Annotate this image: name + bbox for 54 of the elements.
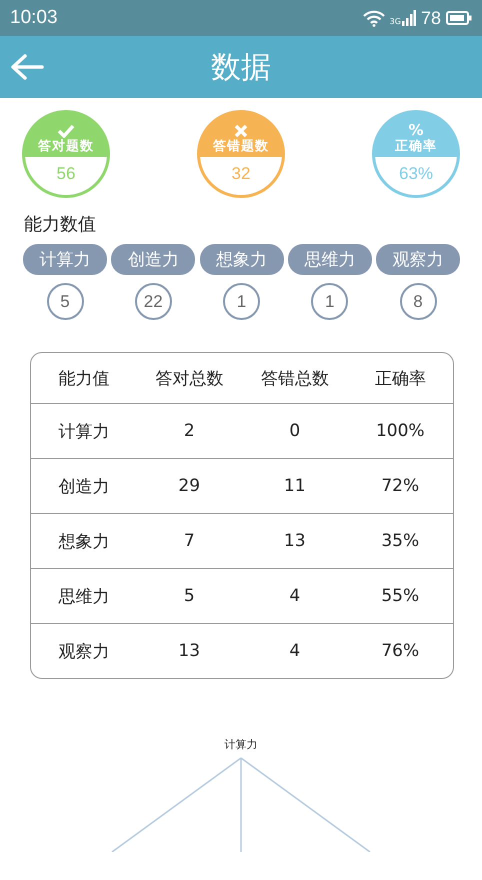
table-cell-text: 创造力 <box>57 476 110 498</box>
battery-icon <box>446 11 472 25</box>
table-cell-text: 思维力 <box>57 586 110 608</box>
column-header: 正确率 <box>374 368 427 390</box>
column-header: 能力值 <box>57 368 110 390</box>
ability-score: 1 <box>311 283 348 320</box>
axis-label: 计算力 <box>224 737 258 752</box>
cross-icon <box>234 124 248 138</box>
ability-tag: 观察力 <box>376 244 460 275</box>
table-cell-text: 11 <box>282 476 307 496</box>
table-cell-text: 76% <box>380 641 420 661</box>
column-header: 答对总数 <box>154 368 224 390</box>
ability-tag: 想象力 <box>200 244 284 275</box>
stat-value: 56 <box>56 163 76 185</box>
stat-label: 答错题数 <box>213 138 269 155</box>
check-icon <box>57 124 75 138</box>
status-time: 10:03 <box>10 7 58 29</box>
table-cell-text: 13 <box>177 641 202 661</box>
table-cell-text: 100% <box>374 421 426 441</box>
table-cell-text: 35% <box>380 531 420 551</box>
table-cell-text: 想象力 <box>57 530 110 552</box>
table-cell-text: 5 <box>182 586 196 606</box>
ability-score: 1 <box>223 283 260 320</box>
table-cell-text: 55% <box>380 586 420 606</box>
ability-score: 5 <box>46 283 84 320</box>
stat-label: 正确率 <box>395 138 437 155</box>
battery-level: 78 <box>420 8 441 28</box>
table-cell-text: 0 <box>288 421 302 441</box>
back-button[interactable] <box>8 51 46 83</box>
table-cell-text: 4 <box>288 641 302 661</box>
ability-score: 22 <box>134 283 172 320</box>
percent-icon: % <box>408 123 424 138</box>
table-cell-text: 4 <box>288 586 302 606</box>
table-cell-text: 计算力 <box>57 420 110 442</box>
table-cell-text: 7 <box>182 531 196 551</box>
table-cell-text: 72% <box>380 476 420 496</box>
table-cell-text: 观察力 <box>57 640 110 662</box>
ability-score: 8 <box>400 283 436 320</box>
signal-icon <box>402 10 416 26</box>
column-header: 答错总数 <box>260 368 330 390</box>
network-type: 3G <box>390 16 401 26</box>
table-cell-text: 29 <box>177 476 202 496</box>
stat-value: 63% <box>398 163 434 185</box>
section-title: 能力数值 <box>24 213 97 236</box>
ability-tag: 计算力 <box>23 244 107 275</box>
table-cell-text: 13 <box>282 531 307 551</box>
table-cell-text: 2 <box>182 421 196 441</box>
page-title: 数据 <box>211 48 271 86</box>
ability-tag: 创造力 <box>111 244 196 275</box>
back-arrow-icon <box>10 53 44 81</box>
wifi-icon <box>362 10 385 26</box>
ability-tag: 思维力 <box>288 244 372 275</box>
stat-value: 32 <box>232 163 250 185</box>
stat-label: 答对题数 <box>38 138 94 155</box>
